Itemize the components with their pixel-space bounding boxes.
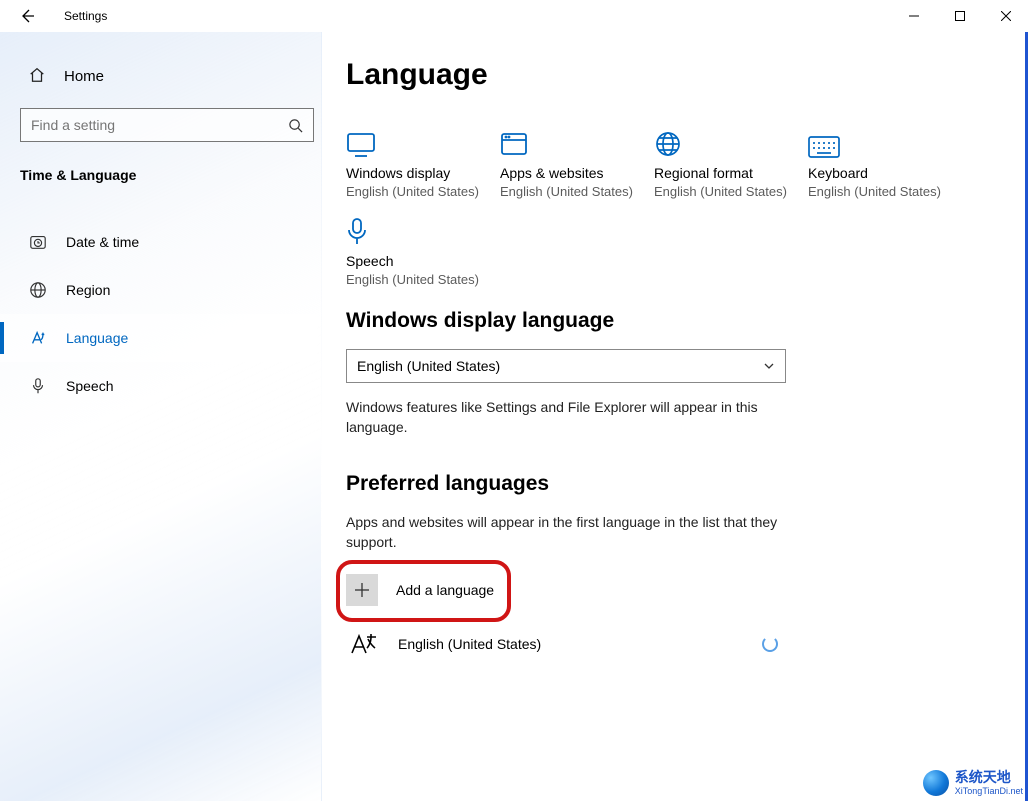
titlebar: Settings <box>0 0 1029 32</box>
language-pack-icon <box>348 628 380 660</box>
tile-windows-display[interactable]: Windows display English (United States) <box>346 122 486 200</box>
sidebar-item-label: Region <box>66 282 110 298</box>
sidebar-item-region[interactable]: Region <box>0 266 317 314</box>
tile-sub: English (United States) <box>654 184 794 201</box>
scrollbar[interactable] <box>1025 32 1028 801</box>
watermark-line2: XiTongTianDi.net <box>955 786 1023 796</box>
sidebar-item-date-time[interactable]: Date & time <box>0 218 317 266</box>
sidebar: Home Time & Language Date & time Region <box>0 32 322 801</box>
maximize-icon <box>955 11 965 21</box>
monitor-icon <box>346 122 486 158</box>
globe-icon <box>654 122 794 158</box>
display-language-dropdown[interactable]: English (United States) <box>346 349 786 383</box>
tile-sub: English (United States) <box>808 184 948 201</box>
display-language-heading: Windows display language <box>346 309 1001 333</box>
clock-icon <box>28 233 48 251</box>
back-button[interactable] <box>8 0 48 32</box>
tile-title: Windows display <box>346 164 486 184</box>
browser-icon <box>500 122 640 158</box>
display-language-note: Windows features like Settings and File … <box>346 397 786 438</box>
caption-controls <box>891 0 1029 32</box>
watermark: 系统天地 XiTongTianDi.net <box>923 770 1023 797</box>
tile-keyboard[interactable]: Keyboard English (United States) <box>808 122 948 200</box>
close-button[interactable] <box>983 0 1029 32</box>
sidebar-item-label: Speech <box>66 378 113 394</box>
dropdown-value: English (United States) <box>357 358 500 374</box>
maximize-button[interactable] <box>937 0 983 32</box>
tile-sub: English (United States) <box>346 184 486 201</box>
minimize-button[interactable] <box>891 0 937 32</box>
highlight-annotation <box>336 560 511 622</box>
preferred-languages-heading: Preferred languages <box>346 472 1001 496</box>
search-input-wrap[interactable] <box>20 108 314 142</box>
page-title: Language <box>346 58 1001 92</box>
search-icon <box>288 118 303 133</box>
tile-title: Apps & websites <box>500 164 640 184</box>
watermark-line1: 系统天地 <box>955 770 1023 785</box>
tile-regional-format[interactable]: Regional format English (United States) <box>654 122 794 200</box>
microphone-icon <box>346 210 486 246</box>
microphone-icon <box>28 377 48 395</box>
globe-icon <box>28 281 48 299</box>
sidebar-item-language[interactable]: Language <box>0 314 317 362</box>
preferred-language-label: English (United States) <box>398 636 541 652</box>
preferred-languages-note: Apps and websites will appear in the fir… <box>346 512 786 553</box>
sidebar-item-label: Date & time <box>66 234 139 250</box>
tile-title: Regional format <box>654 164 794 184</box>
window-title: Settings <box>64 9 107 23</box>
close-icon <box>1001 11 1011 21</box>
preferred-language-item[interactable]: English (United States) <box>346 620 786 668</box>
minimize-icon <box>909 11 919 21</box>
tile-sub: English (United States) <box>346 272 486 289</box>
language-tiles: Windows display English (United States) … <box>346 122 1001 289</box>
sidebar-item-speech[interactable]: Speech <box>0 362 317 410</box>
home-icon <box>28 66 46 87</box>
a-letter-icon <box>28 329 48 347</box>
loading-spinner-icon <box>762 636 778 652</box>
arrow-left-icon <box>20 8 36 24</box>
sidebar-item-label: Language <box>66 330 128 346</box>
tile-title: Speech <box>346 252 486 272</box>
sidebar-nav: Date & time Region Language Speech <box>0 218 317 410</box>
tile-sub: English (United States) <box>500 184 640 201</box>
chevron-down-icon <box>763 360 775 372</box>
sidebar-category: Time & Language <box>20 152 317 198</box>
keyboard-icon <box>808 122 948 158</box>
tile-title: Keyboard <box>808 164 948 184</box>
tile-speech[interactable]: Speech English (United States) <box>346 210 486 288</box>
main-content: Language Windows display English (United… <box>322 32 1029 801</box>
search-input[interactable] <box>31 117 288 133</box>
watermark-globe-icon <box>923 770 949 796</box>
sidebar-home-label: Home <box>64 68 104 85</box>
sidebar-home[interactable]: Home <box>20 52 317 100</box>
tile-apps-websites[interactable]: Apps & websites English (United States) <box>500 122 640 200</box>
